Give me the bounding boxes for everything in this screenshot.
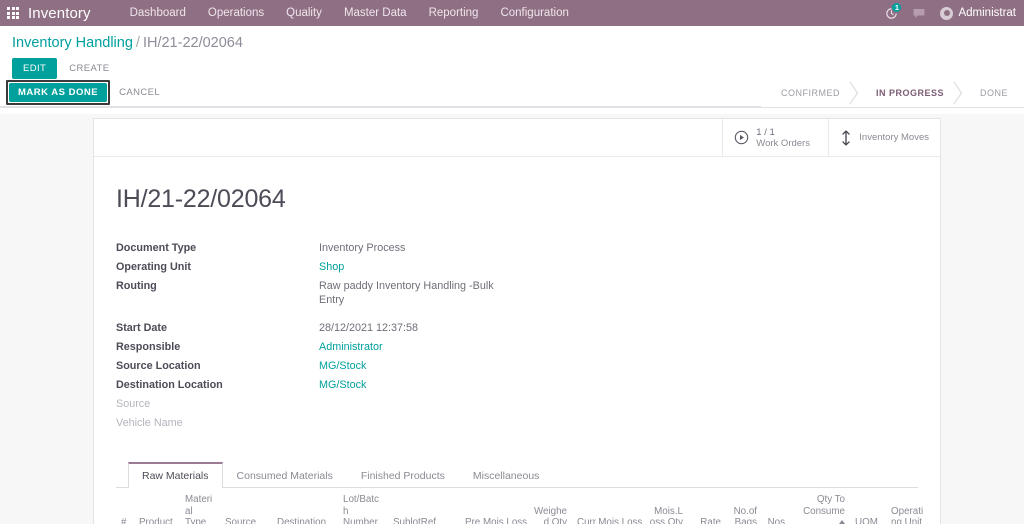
value-source-location[interactable]: MG/Stock (319, 356, 636, 375)
col-operating-unit[interactable]: Operating Unit (886, 488, 930, 524)
nav-item-dashboard[interactable]: Dashboard (119, 1, 197, 25)
stage-confirmed[interactable]: CONFIRMED (760, 79, 856, 107)
user-avatar-icon (940, 6, 954, 20)
notebook: Raw Materials Consumed Materials Finishe… (116, 462, 930, 524)
stage-in-progress[interactable]: IN PROGRESS (855, 79, 960, 107)
label-operating-unit: Operating Unit (116, 260, 191, 273)
col-lot-batch-number[interactable]: Lot/Batch Number (338, 488, 388, 524)
play-circle-icon (734, 130, 749, 145)
col-sublot-ref[interactable]: SublotRef. (388, 488, 460, 524)
record-action-buttons: EDIT CREATE (12, 58, 243, 79)
raw-materials-table: # Product Material Type Source Destinati… (116, 488, 930, 524)
label-vehicle-name: Vehicle Name (116, 416, 183, 429)
col-destination[interactable]: Destination (272, 488, 338, 524)
label-responsible: Responsible (116, 340, 181, 353)
col-weighed-qty[interactable]: Weighed Qty (528, 488, 572, 524)
navbar-right-tools: 1 Administrat (878, 0, 1024, 26)
edit-button[interactable]: EDIT (12, 58, 58, 79)
status-stages: CONFIRMED IN PROGRESS DONE (760, 79, 1024, 107)
tab-raw-materials[interactable]: Raw Materials (128, 462, 223, 488)
nav-item-operations[interactable]: Operations (197, 1, 275, 25)
label-routing: Routing (116, 279, 157, 292)
content-area: 1 / 1 Work Orders Inventory Moves IH/21-… (0, 114, 1024, 524)
label-source: Source (116, 397, 151, 410)
value-vehicle-name (319, 413, 636, 432)
label-source-location: Source Location (116, 359, 201, 372)
col-qty-to-consume[interactable]: Qty To Consume (790, 488, 850, 524)
breadcrumb: Inventory Handling / IH/21-22/02064 (12, 35, 243, 51)
user-menu[interactable]: Administrat (934, 6, 1020, 20)
user-name-label: Administrat (958, 7, 1016, 19)
col-product[interactable]: Product (134, 488, 180, 524)
value-destination-location[interactable]: MG/Stock (319, 375, 636, 394)
form-fields: Document Type Inventory Process Operatin… (116, 238, 636, 432)
create-button[interactable]: CREATE (61, 59, 117, 78)
value-document-type: Inventory Process (319, 241, 406, 254)
breadcrumb-root-link[interactable]: Inventory Handling (12, 35, 133, 51)
breadcrumb-current: IH/21-22/02064 (142, 35, 243, 51)
stage-done[interactable]: DONE (959, 79, 1024, 107)
col-nos[interactable]: Nos (762, 488, 790, 524)
value-responsible[interactable]: Administrator (319, 337, 636, 356)
nav-item-reporting[interactable]: Reporting (418, 1, 490, 25)
value-operating-unit[interactable]: Shop (319, 257, 636, 276)
tab-miscellaneous[interactable]: Miscellaneous (459, 462, 554, 488)
col-mois-loss-qty[interactable]: Mois.Loss Qty (644, 488, 688, 524)
col-curr-mois-loss[interactable]: Curr.Mois.Loss (572, 488, 644, 524)
label-document-type: Document Type (116, 241, 197, 254)
label-start-date: Start Date (116, 321, 168, 334)
col-rate[interactable]: Rate (688, 488, 726, 524)
control-panel: Inventory Handling / IH/21-22/02064 EDIT C… (0, 26, 1024, 108)
col-pre-mois-loss[interactable]: Pre.Mois.Loss (460, 488, 528, 524)
tab-consumed-materials[interactable]: Consumed Materials (223, 462, 347, 488)
statusbar-row: MARK AS DONE CANCEL CONFIRMED IN PROGRES… (0, 79, 1024, 107)
navbar-menu: Dashboard Operations Quality Master Data… (119, 1, 580, 25)
nav-item-configuration[interactable]: Configuration (489, 1, 579, 25)
apps-grid-icon[interactable] (0, 0, 26, 26)
activity-clock-icon[interactable]: 1 (878, 0, 904, 26)
value-start-date: 28/12/2021 12:37:58 (319, 321, 419, 334)
inventory-moves-label: Inventory Moves (859, 132, 929, 143)
form-sheet: 1 / 1 Work Orders Inventory Moves IH/21-… (93, 118, 941, 524)
work-orders-count: 1 / 1 (756, 126, 775, 138)
work-orders-label: Work Orders (756, 137, 810, 149)
smart-button-bar: 1 / 1 Work Orders Inventory Moves (94, 119, 940, 157)
nav-item-master-data[interactable]: Master Data (333, 1, 418, 25)
col-source[interactable]: Source (220, 488, 272, 524)
col-uom[interactable]: UOM (850, 488, 886, 524)
value-source (319, 394, 636, 413)
sort-ascending-icon (839, 520, 845, 524)
col-no-of-bags[interactable]: No.of Bags (726, 488, 762, 524)
notebook-tabs: Raw Materials Consumed Materials Finishe… (116, 462, 918, 488)
nav-item-quality[interactable]: Quality (275, 1, 333, 25)
value-routing: Raw paddy Inventory Handling -Bulk Entry (319, 279, 494, 306)
form-spacer (116, 309, 636, 318)
col-qty-to-consume-label: Qty To Consume (803, 494, 845, 517)
top-navbar: Inventory Dashboard Operations Quality M… (0, 0, 1024, 26)
mark-as-done-focus-ring: MARK AS DONE (6, 80, 111, 105)
smart-button-inventory-moves[interactable]: Inventory Moves (828, 119, 940, 156)
col-seq: # (116, 488, 134, 524)
breadcrumb-separator: / (135, 35, 140, 51)
col-material-type[interactable]: Material Type (180, 488, 220, 524)
table-header-row: # Product Material Type Source Destinati… (116, 488, 930, 524)
activity-count-badge: 1 (892, 3, 902, 12)
cancel-button[interactable]: CANCEL (110, 83, 169, 102)
chat-bubble-icon[interactable] (906, 0, 932, 26)
mark-as-done-button[interactable]: MARK AS DONE (9, 83, 108, 102)
tab-finished-products[interactable]: Finished Products (347, 462, 459, 488)
app-brand-inventory[interactable]: Inventory (26, 5, 97, 22)
smart-button-work-orders[interactable]: 1 / 1 Work Orders (722, 119, 829, 156)
label-destination-location: Destination Location (116, 378, 223, 391)
page-title: IH/21-22/02064 (116, 185, 286, 213)
arrows-vertical-icon (840, 129, 852, 146)
